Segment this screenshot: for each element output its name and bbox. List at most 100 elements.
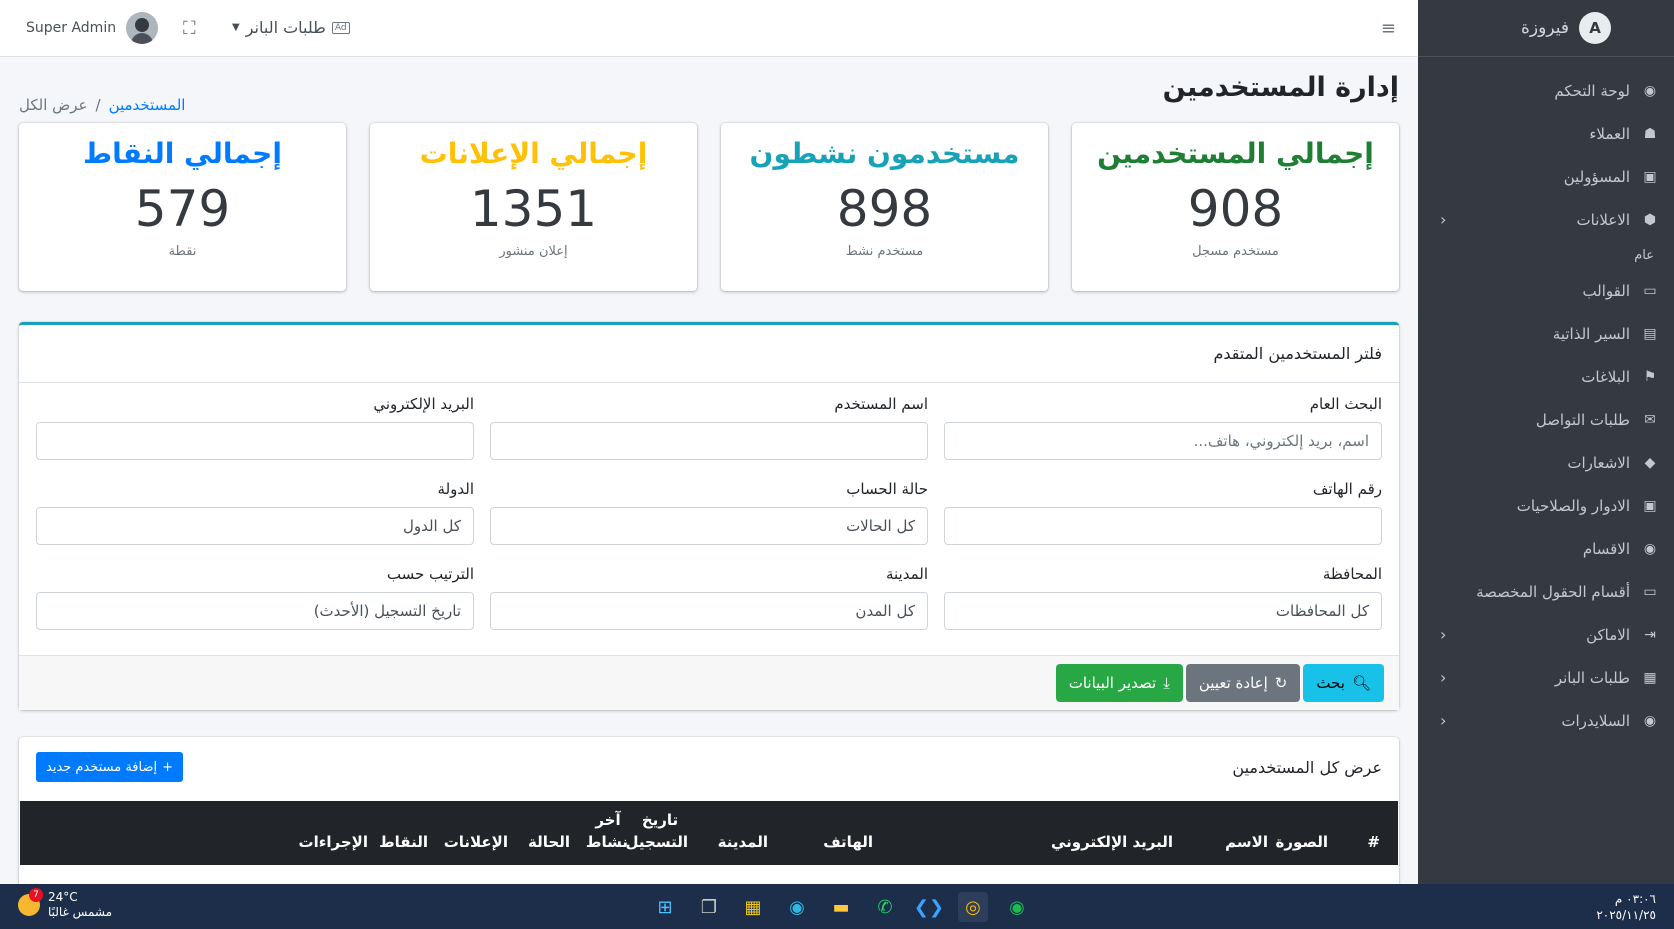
- user-menu[interactable]: Super Admin: [26, 12, 159, 44]
- sidebar-item-roles[interactable]: ▣ الادوار والصلاحيات: [1418, 484, 1674, 527]
- field-governorate: المحافظة كل المحافظات: [944, 565, 1382, 630]
- sort-by-select[interactable]: تاريخ التسجيل (الأحدث): [36, 592, 474, 630]
- search-button-label: بحث: [1316, 674, 1345, 692]
- col-status[interactable]: الحالة: [528, 831, 570, 853]
- stat-value: 579: [134, 180, 231, 238]
- sidebar-item-templates[interactable]: ▭ القوالب: [1418, 269, 1674, 312]
- col-last-activity[interactable]: آخر نشاط: [586, 809, 628, 853]
- task-view-icon[interactable]: ❐: [694, 892, 724, 922]
- chevron-left-icon: ‹: [1440, 625, 1447, 644]
- search-input[interactable]: اسم، بريد إلكتروني، هاتف...: [944, 422, 1382, 460]
- sidebar-item-label: أقسام الحقول المخصصة: [1476, 582, 1630, 601]
- brand-logo: A: [1578, 12, 1611, 44]
- chrome-icon[interactable]: ◎: [958, 892, 988, 922]
- sidebar-item-categories[interactable]: ◉ الاقسام: [1418, 527, 1674, 570]
- sidebar: A فيروزة ◉ لوحة التحكم ☗ العملاء ▣ المسؤ…: [1418, 0, 1674, 884]
- menu-toggle-icon[interactable]: ≡: [1381, 18, 1396, 39]
- city-select[interactable]: كل المدن: [490, 592, 928, 630]
- sidebar-item-ads[interactable]: ⬢ الاعلانات ‹: [1418, 198, 1674, 241]
- taskbar-apps: ⊞ ❐ ▦ ◉ ▬ ✆ ❮❯ ◎ ◉: [650, 892, 1032, 922]
- sidebar-item-contact-requests[interactable]: ✉ طلبات التواصل: [1418, 398, 1674, 441]
- store-icon[interactable]: ▦: [738, 892, 768, 922]
- portrait-icon: ▤: [1643, 325, 1657, 342]
- stat-card-active-users: مستخدمون نشطون 898 مستخدم نشط: [721, 123, 1048, 291]
- field-label: حالة الحساب: [846, 480, 928, 498]
- search-button[interactable]: 🔍︎ بحث: [1303, 664, 1384, 702]
- account-status-select[interactable]: كل الحالات: [490, 507, 928, 545]
- fullscreen-icon[interactable]: ⛶: [183, 18, 196, 39]
- export-button[interactable]: ⤓ تصدير البيانات: [1055, 664, 1183, 702]
- whatsapp-icon[interactable]: ✆: [870, 892, 900, 922]
- vscode-icon[interactable]: ❮❯: [914, 892, 944, 922]
- field-city: المدينة كل المدن: [490, 565, 928, 630]
- envelope-icon: ✉: [1644, 411, 1656, 428]
- user-name: Super Admin: [26, 20, 117, 36]
- stat-title: مستخدمون نشطون: [749, 137, 1020, 170]
- sidebar-item-label: السير الذاتية: [1552, 324, 1630, 343]
- country-select[interactable]: كل الدول: [36, 507, 474, 545]
- users-table-header: # الصورة الاسم البريد الإلكتروني الهاتف …: [20, 801, 1398, 865]
- sidebar-item-label: العملاء: [1589, 124, 1630, 143]
- sidebar-item-banner-requests[interactable]: ▦ طلبات البانر ‹: [1418, 656, 1674, 699]
- sidebar-item-label: البلاغات: [1581, 367, 1630, 386]
- os-taskbar: 7 24°C مشمس غالبًا ⊞ ❐ ▦ ◉ ▬ ✆ ❮❯ ◎ ◉ ٠٣…: [0, 884, 1674, 929]
- col-index[interactable]: #: [1367, 831, 1380, 853]
- col-phone[interactable]: الهاتف: [823, 831, 873, 853]
- undo-icon: ↻: [1274, 674, 1288, 692]
- stat-card-total-ads: إجمالي الإعلانات 1351 إعلان منشور: [370, 123, 697, 291]
- caret-down-icon: ▼: [232, 22, 240, 33]
- col-actions[interactable]: الإجراءات: [299, 831, 368, 853]
- sidebar-nav: ◉ لوحة التحكم ☗ العملاء ▣ المسؤولين ⬢ ال…: [1418, 57, 1674, 742]
- sidebar-item-reports[interactable]: ⚑ البلاغات: [1418, 355, 1674, 398]
- add-user-button[interactable]: + إضافة مستخدم جديد: [36, 752, 184, 782]
- reset-button-label: إعادة تعيين: [1198, 674, 1268, 692]
- filter-form: البحث العام اسم، بريد إلكتروني، هاتف... …: [36, 395, 1382, 630]
- col-photo[interactable]: الصورة: [1276, 831, 1328, 853]
- sidebar-item-clients[interactable]: ☗ العملاء: [1418, 112, 1674, 155]
- weather-desc: مشمس غالبًا: [48, 905, 113, 919]
- col-points[interactable]: النقاط: [379, 831, 428, 853]
- col-city[interactable]: المدينة: [718, 831, 768, 853]
- stat-title: إجمالي النقاط: [83, 137, 282, 170]
- sidebar-item-label: القوالب: [1582, 281, 1630, 300]
- field-general-search: البحث العام اسم، بريد إلكتروني، هاتف...: [944, 395, 1382, 460]
- sidebar-item-sliders[interactable]: ◉ السلايدرات ‹: [1418, 699, 1674, 742]
- sidebar-item-label: طلبات البانر: [1554, 668, 1630, 687]
- reset-button[interactable]: ↻ إعادة تعيين: [1185, 664, 1301, 702]
- breadcrumb-link-users[interactable]: المستخدمين: [109, 96, 186, 114]
- file-explorer-icon[interactable]: ▬: [826, 892, 856, 922]
- field-label: المحافظة: [1322, 565, 1382, 583]
- sidebar-item-places[interactable]: ⇥ الاماكن ‹: [1418, 613, 1674, 656]
- windows-start-icon[interactable]: ⊞: [650, 892, 680, 922]
- users-card: عرض كل المستخدمين + إضافة مستخدم جديد # …: [19, 737, 1399, 891]
- spotify-icon[interactable]: ◉: [1002, 892, 1032, 922]
- top-navbar: Super Admin ⛶ Ad طلبات البانر ▼ ≡: [0, 0, 1418, 57]
- sidebar-item-dashboard[interactable]: ◉ لوحة التحكم: [1418, 69, 1674, 112]
- folder-plus-icon: ▭: [1643, 583, 1657, 600]
- banner-requests-dropdown[interactable]: Ad طلبات البانر ▼: [232, 18, 350, 37]
- system-clock[interactable]: ٠٣:٠٦ م ٢٠٢٥/١١/٢٥: [1596, 891, 1656, 923]
- sidebar-item-notifications[interactable]: ◆ الاشعارات: [1418, 441, 1674, 484]
- breadcrumb-separator: /: [95, 96, 101, 114]
- sidebar-item-cvs[interactable]: ▤ السير الذاتية: [1418, 312, 1674, 355]
- col-name[interactable]: الاسم: [1225, 831, 1268, 853]
- governorate-select[interactable]: كل المحافظات: [944, 592, 1382, 630]
- download-icon: ⤓: [1163, 674, 1170, 692]
- sidebar-item-custom-fields[interactable]: ▭ أقسام الحقول المخصصة: [1418, 570, 1674, 613]
- weather-widget[interactable]: 7 24°C مشمس غالبًا: [18, 888, 113, 920]
- users-icon: ☗: [1643, 125, 1657, 142]
- email-input[interactable]: [36, 422, 474, 460]
- col-ads[interactable]: الإعلانات: [444, 831, 508, 853]
- edge-icon[interactable]: ◉: [782, 892, 812, 922]
- phone-input[interactable]: [944, 507, 1382, 545]
- username-input[interactable]: [490, 422, 928, 460]
- sidebar-item-admins[interactable]: ▣ المسؤولين: [1418, 155, 1674, 198]
- col-registered[interactable]: تاريخ التسجيل: [626, 809, 688, 853]
- ad-icon: ▦: [1643, 669, 1657, 686]
- brand[interactable]: A فيروزة: [1418, 0, 1674, 57]
- field-label: المدينة: [885, 565, 928, 583]
- col-email[interactable]: البريد الإلكتروني: [1051, 831, 1173, 853]
- clock-time: ٠٣:٠٦ م: [1614, 892, 1656, 906]
- sun-icon: 7: [18, 888, 43, 916]
- stat-subtitle: إعلان منشور: [499, 244, 568, 259]
